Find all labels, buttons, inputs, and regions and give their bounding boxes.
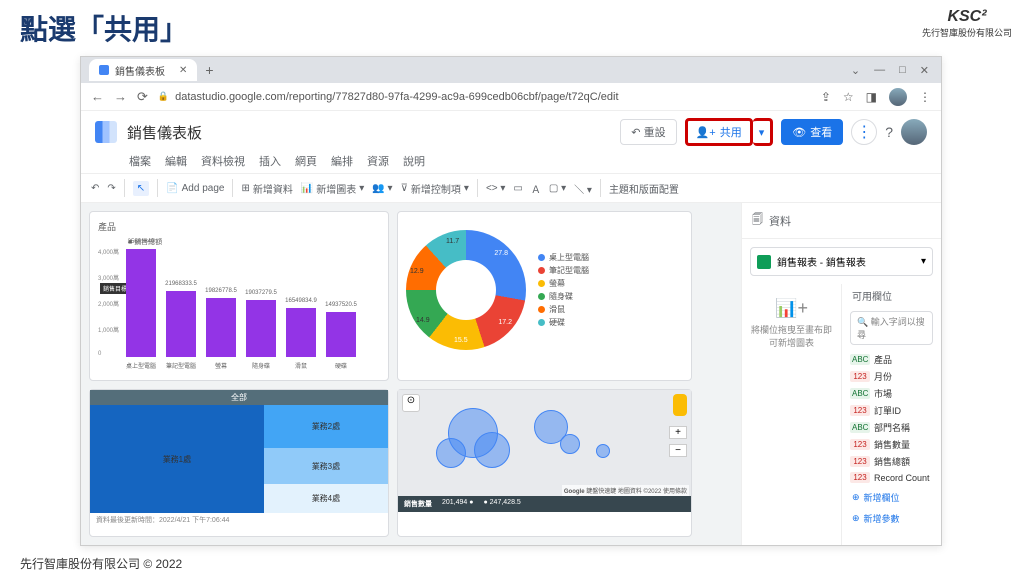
share-dropdown[interactable]: ▾: [753, 118, 774, 146]
zoom-out-button[interactable]: −: [669, 444, 687, 457]
theme-button[interactable]: 主題和版面配置: [609, 181, 679, 196]
data-icon: 🗐: [752, 211, 763, 230]
add-chart-button[interactable]: 📊 新增圖表 ▾: [301, 181, 364, 196]
menu-resource[interactable]: 資源: [367, 153, 389, 173]
more-button[interactable]: ⋮: [851, 119, 877, 145]
canvas[interactable]: 產品 ■ 銷售總額 4,000萬3,000萬2,000萬1,000萬0 銷售目標…: [81, 203, 741, 545]
datastudio-logo[interactable]: [95, 121, 117, 143]
add-param-link[interactable]: ⊕ 新增參數: [842, 508, 941, 529]
menu-icon[interactable]: ⋮: [919, 90, 931, 104]
view-button[interactable]: 👁 查看: [781, 119, 843, 145]
redo-button[interactable]: ↷: [107, 183, 115, 194]
forward-button[interactable]: →: [114, 89, 127, 104]
community-viz-button[interactable]: 👥 ▾: [372, 183, 392, 194]
tab-bar: 銷售儀表板 ✕ + ⌄ — □ ✕: [81, 57, 941, 83]
timestamp: 資料最後更新時間：2022/4/21 下午7:06:44: [90, 513, 388, 527]
field-item[interactable]: 123月份: [850, 368, 933, 385]
text-button[interactable]: Ａ: [531, 181, 541, 196]
field-item[interactable]: 123銷售總額: [850, 453, 933, 470]
menu-insert[interactable]: 插入: [259, 153, 281, 173]
image-button[interactable]: ▭: [513, 183, 522, 194]
user-avatar[interactable]: [901, 119, 927, 145]
browser-tab[interactable]: 銷售儀表板 ✕: [89, 59, 197, 81]
datastudio-icon: [99, 65, 109, 75]
select-tool[interactable]: ↖: [133, 181, 149, 196]
toolbar: ↶ ↷ ↖ 📄 Add page ⊞ 新增資料 📊 新增圖表 ▾ 👥 ▾ ⊽ 新…: [81, 173, 941, 203]
app-header: 銷售儀表板 ↶ 重設 👤+ 共用 ▾ 👁 查看 ⋮ ?: [81, 111, 941, 153]
undo-button[interactable]: ↶: [91, 183, 99, 194]
new-tab-button[interactable]: +: [205, 62, 213, 78]
close-button[interactable]: ✕: [920, 64, 929, 77]
menu-help[interactable]: 說明: [403, 153, 425, 173]
add-page-button[interactable]: 📄 Add page: [166, 183, 224, 194]
add-control-button[interactable]: ⊽ 新增控制項 ▾: [401, 181, 469, 196]
menu-arrange[interactable]: 編排: [331, 153, 353, 173]
menu-file[interactable]: 檔案: [129, 153, 151, 173]
menu-bar: 檔案 編輯 資料檢視 插入 網頁 編排 資源 說明: [81, 153, 941, 173]
minimize-button[interactable]: —: [874, 64, 885, 77]
field-item[interactable]: ABC產品: [850, 351, 933, 368]
menu-view[interactable]: 資料檢視: [201, 153, 245, 173]
maximize-button[interactable]: □: [899, 64, 906, 77]
url-bar: ← → ⟳ 🔒 datastudio.google.com/reporting/…: [81, 83, 941, 111]
field-item[interactable]: 123Record Count: [850, 470, 933, 485]
share-url-icon[interactable]: ⇪: [821, 90, 831, 104]
menu-page[interactable]: 網頁: [295, 153, 317, 173]
menu-edit[interactable]: 編輯: [165, 153, 187, 173]
treemap-chart[interactable]: 全部 業務1處 業務2處 業務3處 業務4處 資料最後更新時間：2022/4/2…: [89, 389, 389, 537]
field-item[interactable]: 123訂單ID: [850, 402, 933, 419]
reset-button[interactable]: ↶ 重設: [620, 119, 676, 145]
profile-avatar[interactable]: [889, 88, 907, 106]
bar-chart[interactable]: 產品 ■ 銷售總額 4,000萬3,000萬2,000萬1,000萬0 銷售目標…: [89, 211, 389, 381]
field-item[interactable]: ABC部門名稱: [850, 419, 933, 436]
ksc-logo: KSC² 先行智庫股份有限公司: [922, 8, 1012, 39]
star-icon[interactable]: ☆: [843, 90, 854, 104]
eye-icon: 👁: [792, 126, 806, 139]
slide-title: 點選「共用」: [20, 8, 188, 48]
donut: 27.8 17.2 15.5 14.9 12.9 11.7: [406, 230, 526, 350]
add-data-button[interactable]: ⊞ 新增資料: [241, 181, 292, 196]
lock-icon: 🔒: [158, 91, 169, 102]
caret-down-icon[interactable]: ⌄: [851, 64, 860, 77]
field-item[interactable]: ABC市場: [850, 385, 933, 402]
shape-button[interactable]: ▢ ▾: [549, 183, 566, 194]
add-field-link[interactable]: ⊕ 新增欄位: [842, 487, 941, 508]
field-search[interactable]: 🔍 輸入字詞以搜尋: [850, 311, 933, 345]
drop-area[interactable]: 📊+ 將欄位拖曳至畫布即可新增圖表: [742, 284, 841, 363]
map-chart[interactable]: ⊙ + − Google 鍵盤快速鍵 地圖資料 ©2022 使用條款 銷售數量 …: [397, 389, 692, 537]
line-button[interactable]: ＼ ▾: [574, 181, 592, 196]
data-source-select[interactable]: 銷售報表 - 銷售報表 ▾: [750, 247, 933, 276]
zoom-in-button[interactable]: +: [669, 426, 687, 439]
sheets-icon: [757, 255, 771, 269]
help-icon[interactable]: ?: [885, 124, 893, 140]
field-item[interactable]: 123銷售數量: [850, 436, 933, 453]
share-button[interactable]: 👤+ 共用: [685, 118, 753, 146]
url-embed-button[interactable]: <> ▾: [486, 183, 505, 194]
donut-chart[interactable]: 27.8 17.2 15.5 14.9 12.9 11.7 桌上型電腦 筆記型電…: [397, 211, 692, 381]
pegman-icon[interactable]: [673, 394, 687, 416]
url-input[interactable]: 🔒 datastudio.google.com/reporting/77827d…: [158, 91, 811, 103]
location-icon[interactable]: ⊙: [402, 394, 420, 412]
footer-copyright: 先行智庫股份有限公司 © 2022: [20, 555, 182, 572]
add-chart-icon: 📊+: [750, 298, 833, 319]
browser-window: 銷售儀表板 ✕ + ⌄ — □ ✕ ← → ⟳ 🔒 datastudio.goo…: [80, 56, 942, 546]
report-title[interactable]: 銷售儀表板: [127, 122, 202, 143]
donut-legend: 桌上型電腦 筆記型電腦 螢幕 隨身碟 滑鼠 硬碟: [538, 250, 589, 330]
back-button[interactable]: ←: [91, 89, 104, 104]
person-add-icon: 👤+: [696, 126, 716, 139]
extensions-icon[interactable]: ◨: [866, 90, 877, 104]
reload-button[interactable]: ⟳: [137, 89, 148, 105]
data-panel: 🗐資料 銷售報表 - 銷售報表 ▾ 📊+ 將欄位拖曳至畫布即可新增圖表 可用欄位…: [741, 203, 941, 545]
map-stats: 銷售數量 201,494 ● ● 247,428.5: [398, 496, 691, 512]
close-icon[interactable]: ✕: [179, 65, 187, 76]
field-list: ABC產品 123月份 ABC市場 123訂單ID ABC部門名稱 123銷售數…: [842, 349, 941, 487]
